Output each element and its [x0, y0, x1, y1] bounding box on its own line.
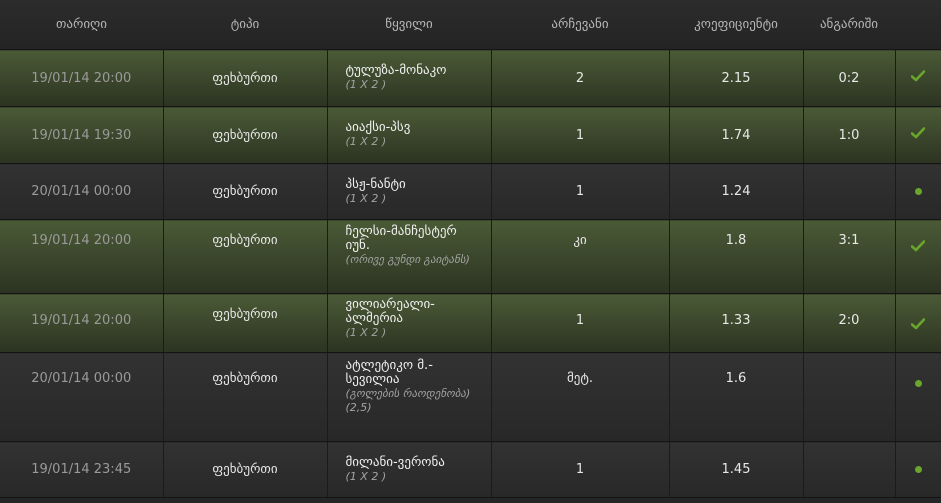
match-market: (1 X 2 ) [345, 135, 387, 148]
dot-icon [914, 380, 922, 387]
header-date: თარიღი [0, 0, 163, 50]
match-name: პსჟ-ნანტი [345, 176, 406, 192]
row-score [802, 163, 896, 220]
row-pick: 2 [490, 49, 670, 107]
row-date: 20/01/14 00:00 [0, 163, 164, 220]
row-date: 19/01/14 20:00 [0, 293, 164, 353]
match-name: ტულუზა-მონაკო [345, 63, 447, 78]
row-type: ფეხბურთი [162, 163, 328, 220]
table-row[interactable]: 19/01/14 20:00 ფეხბურთი ტულუზა-მონაკო (1… [0, 49, 941, 107]
match-market: (ორივე გუნდი გაიტანს) [345, 253, 470, 266]
match-name: ვილიარეალი-ალმერია [345, 297, 435, 326]
row-match: ვილიარეალი-ალმერია (1 X 2 ) [326, 293, 492, 353]
row-status [894, 49, 941, 107]
match-market: (1 X 2 ) [345, 326, 387, 339]
row-type: ფეხბურთი [162, 106, 328, 164]
row-pick: კი [490, 219, 670, 294]
match-market: (1 X 2 ) [345, 191, 387, 205]
table-row[interactable]: 19/01/14 20:00 ფეხბურთი ჩელსი-მანჩესტერ … [0, 219, 941, 294]
header-match: წყვილი [327, 0, 491, 50]
row-status [894, 293, 941, 353]
bets-table: თარიღი ტიპი წყვილი არჩევანი კოეფიციენტი … [0, 0, 941, 498]
row-date: 19/01/14 20:00 [0, 219, 164, 294]
row-match: ჩელსი-მანჩესტერ იუნ. (ორივე გუნდი გაიტან… [326, 219, 492, 294]
row-odds: 1.8 [668, 219, 804, 294]
row-odds: 1.6 [668, 352, 804, 442]
check-icon [911, 318, 926, 330]
row-pick: 1 [490, 293, 670, 353]
row-type: ფეხბურთი [162, 49, 328, 107]
header-pick: არჩევანი [491, 0, 669, 50]
check-icon [911, 240, 926, 252]
header-type: ტიპი [163, 0, 327, 50]
row-status [894, 163, 941, 220]
row-odds: 1.74 [668, 106, 804, 164]
row-pick: 1 [490, 163, 670, 220]
match-market: (1 X 2 ) [345, 78, 387, 91]
check-icon [911, 127, 926, 139]
header-score: ანგარიში [803, 0, 895, 50]
row-score [802, 441, 896, 498]
header-odds: კოეფიციენტი [669, 0, 803, 50]
table-row[interactable]: 20/01/14 00:00 ფეხბურთი პსჟ-ნანტი (1 X 2… [0, 163, 941, 220]
row-status [894, 106, 941, 164]
match-name: აიაქსი-პსვ [345, 120, 411, 135]
match-name: ჩელსი-მანჩესტერ იუნ. [345, 224, 457, 253]
table-row[interactable]: 19/01/14 19:30 ფეხბურთი აიაქსი-პსვ (1 X … [0, 106, 941, 164]
row-match: მილანი-ვერონა (1 X 2 ) [326, 441, 492, 498]
row-odds: 1.33 [668, 293, 804, 353]
row-status [894, 352, 941, 442]
check-icon [911, 70, 926, 82]
match-name: ატლეტიკო მ.-სევილია [345, 358, 433, 387]
row-type: ფეხბურთი [162, 352, 328, 442]
match-market: (1 X 2 ) [345, 469, 387, 483]
row-type: ფეხბურთი [162, 293, 328, 353]
table-row[interactable]: 19/01/14 20:00 ფეხბურთი ვილიარეალი-ალმერ… [0, 293, 941, 353]
row-pick: 1 [490, 441, 670, 498]
row-odds: 2.15 [668, 49, 804, 107]
row-match: ატლეტიკო მ.-სევილია (გოლების რაოდენობა) … [326, 352, 492, 442]
row-match: აიაქსი-პსვ (1 X 2 ) [326, 106, 492, 164]
row-status [894, 219, 941, 294]
row-pick: 1 [490, 106, 670, 164]
row-date: 19/01/14 20:00 [0, 49, 164, 107]
table-header-row: თარიღი ტიპი წყვილი არჩევანი კოეფიციენტი … [0, 0, 941, 50]
row-status [894, 441, 941, 498]
match-market: (გოლების რაოდენობა) (2,5) [345, 387, 471, 414]
row-pick: მეტ. [490, 352, 670, 442]
table-row[interactable]: 20/01/14 00:00 ფეხბურთი ატლეტიკო მ.-სევი… [0, 352, 941, 442]
row-date: 19/01/14 23:45 [0, 441, 164, 498]
row-score: 0:2 [802, 49, 896, 107]
row-date: 19/01/14 19:30 [0, 106, 164, 164]
row-score [802, 352, 896, 442]
row-score: 3:1 [802, 219, 896, 294]
dot-icon [914, 466, 922, 473]
row-odds: 1.45 [668, 441, 804, 498]
dot-icon [914, 188, 922, 195]
row-type: ფეხბურთი [162, 441, 328, 498]
header-status [895, 0, 941, 50]
row-score: 2:0 [802, 293, 896, 353]
row-odds: 1.24 [668, 163, 804, 220]
row-score: 1:0 [802, 106, 896, 164]
row-type: ფეხბურთი [162, 219, 328, 294]
row-date: 20/01/14 00:00 [0, 352, 164, 442]
match-name: მილანი-ვერონა [345, 454, 445, 470]
row-match: ტულუზა-მონაკო (1 X 2 ) [326, 49, 492, 107]
row-match: პსჟ-ნანტი (1 X 2 ) [326, 163, 492, 220]
table-row[interactable]: 19/01/14 23:45 ფეხბურთი მილანი-ვერონა (1… [0, 441, 941, 498]
